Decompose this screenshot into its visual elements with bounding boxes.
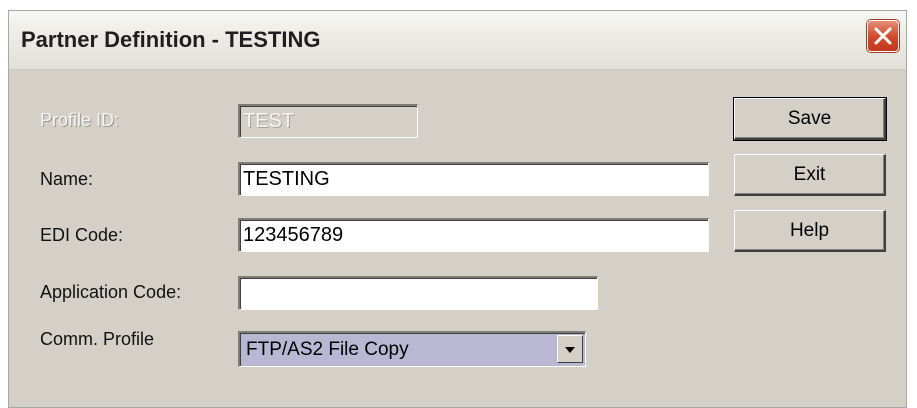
application-code-field[interactable] <box>238 276 598 310</box>
close-icon <box>874 27 892 45</box>
save-button[interactable]: Save <box>734 98 886 140</box>
help-button[interactable]: Help <box>734 210 886 252</box>
comm-profile-dropdown[interactable]: FTP/AS2 File Copy <box>238 331 586 367</box>
name-label: Name: <box>40 169 94 189</box>
window-title: Partner Definition - TESTING <box>21 27 321 52</box>
application-code-label: Application Code: <box>40 282 182 302</box>
comm-profile-label: Comm. Profile <box>40 329 155 349</box>
edi-code-label: EDI Code: <box>40 225 124 245</box>
close-button[interactable] <box>867 20 899 52</box>
exit-button[interactable]: Exit <box>734 154 886 196</box>
comm-profile-selected-value: FTP/AS2 File Copy <box>246 339 409 360</box>
chevron-down-icon[interactable] <box>557 335 583 363</box>
edi-code-field[interactable]: 123456789 <box>238 218 709 252</box>
profile-id-label: Profile ID: <box>40 110 120 130</box>
partner-definition-dialog: Partner Definition - TESTING Profile ID:… <box>8 10 907 408</box>
title-bar[interactable]: Partner Definition - TESTING <box>9 11 906 70</box>
name-field[interactable]: TESTING <box>238 162 709 196</box>
profile-id-field: TEST <box>238 104 418 138</box>
